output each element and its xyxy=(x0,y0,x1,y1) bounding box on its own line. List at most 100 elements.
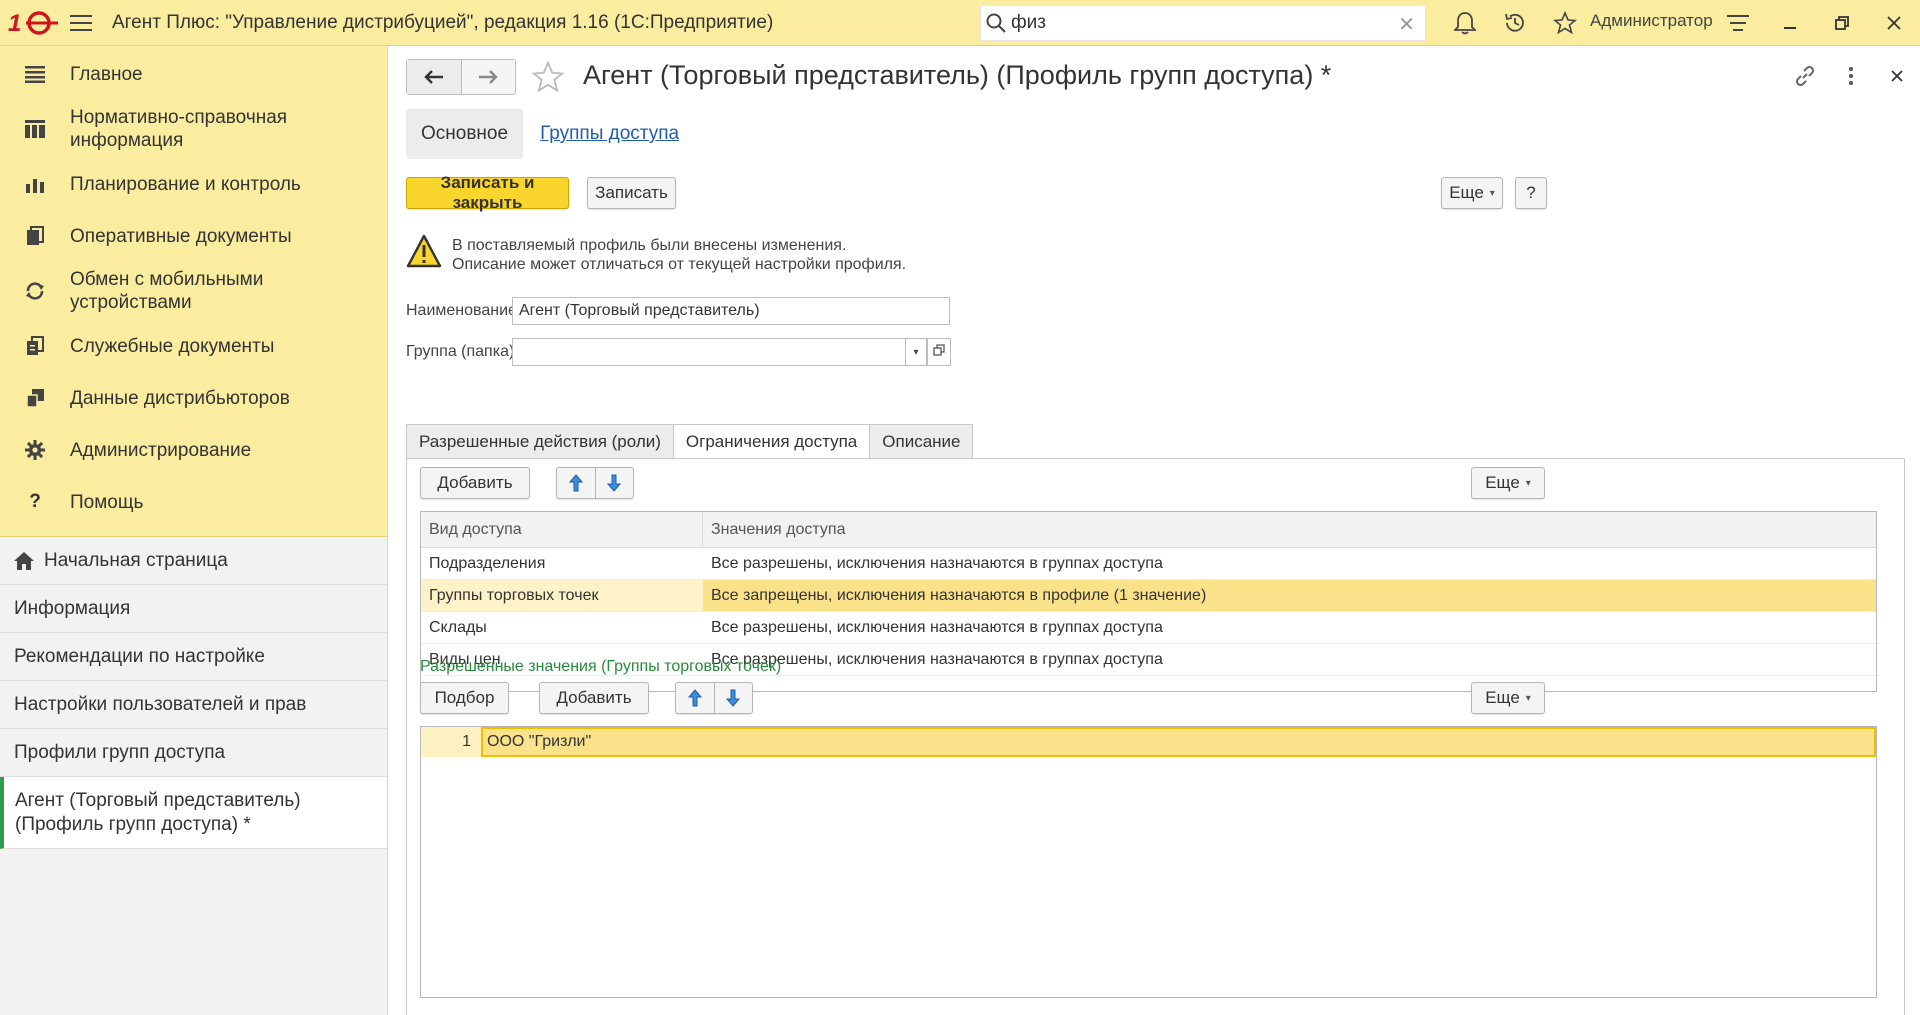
navigation-buttons xyxy=(406,59,516,95)
form-title: Агент (Торговый представитель) (Профиль … xyxy=(583,60,1332,90)
tab-access-groups-link[interactable]: Группы доступа xyxy=(540,123,679,145)
section-panel: Главное Нормативно-справочная информация… xyxy=(0,46,387,537)
app-logo[interactable]: 1 xyxy=(0,0,66,46)
dropdown-caret-icon: ▾ xyxy=(913,346,919,358)
restrictions-more-button[interactable]: Еще ▾ xyxy=(1471,467,1545,499)
section-help[interactable]: ? Помощь xyxy=(0,476,387,528)
back-arrow-icon[interactable] xyxy=(407,60,462,94)
warning-block: В поставляемый профиль были внесены изме… xyxy=(406,234,906,274)
move-up-arrow-icon[interactable] xyxy=(676,683,715,713)
table-row[interactable]: Склады Все разрешены, исключения назнача… xyxy=(421,612,1876,644)
section-label: Служебные документы xyxy=(70,335,275,357)
form-window: Агент (Торговый представитель) (Профиль … xyxy=(389,46,1920,1015)
close-app-icon[interactable] xyxy=(1868,0,1920,46)
sync-icon xyxy=(0,281,70,301)
favorite-star-icon[interactable] xyxy=(531,60,565,99)
tab-description[interactable]: Описание xyxy=(869,424,974,458)
add-value-button[interactable]: Добавить xyxy=(539,682,649,714)
cell-kind: Группы торговых точек xyxy=(421,580,703,611)
search-box[interactable]: ✕ xyxy=(980,5,1426,41)
warning-icon xyxy=(406,234,442,274)
section-administration[interactable]: Администрирование xyxy=(0,424,387,476)
list-item[interactable]: 1 ООО "Гризли" xyxy=(421,727,1876,757)
open-window-info[interactable]: Информация xyxy=(0,585,387,633)
section-operational-docs[interactable]: Оперативные документы xyxy=(0,210,387,262)
help-icon: ? xyxy=(29,491,41,512)
distributor-data-icon xyxy=(0,388,70,408)
cell-kind: Склады xyxy=(429,618,487,636)
help-button[interactable]: ? xyxy=(1515,177,1547,209)
restore-icon[interactable] xyxy=(1816,0,1868,46)
pick-button[interactable]: Подбор xyxy=(420,682,509,714)
menu-lines-icon xyxy=(0,65,70,83)
table-row-selected[interactable]: Группы торговых точек Все запрещены, иск… xyxy=(421,580,1876,612)
bell-icon[interactable] xyxy=(1440,0,1490,46)
value-move-buttons xyxy=(675,682,753,714)
clear-search-icon[interactable]: ✕ xyxy=(1398,12,1415,37)
move-down-arrow-icon[interactable] xyxy=(596,468,634,498)
more-button[interactable]: Еще ▾ xyxy=(1441,177,1503,209)
favorites-star-icon[interactable] xyxy=(1540,0,1590,46)
section-main[interactable]: Главное xyxy=(0,48,387,100)
documents-icon xyxy=(0,226,70,246)
tab-main[interactable]: Основное xyxy=(406,109,524,159)
settings-menu-icon[interactable] xyxy=(1712,0,1764,46)
add-restriction-button[interactable]: Добавить xyxy=(420,467,530,499)
open-window-home[interactable]: Начальная страница xyxy=(0,537,387,585)
section-service-docs[interactable]: Служебные документы xyxy=(0,320,387,372)
cell-kind: Подразделения xyxy=(429,554,546,572)
forward-arrow-icon[interactable] xyxy=(462,60,516,94)
open-window-icon xyxy=(933,343,945,361)
more-vertical-icon[interactable] xyxy=(1828,58,1874,94)
section-distributor-data[interactable]: Данные дистрибьюторов xyxy=(0,372,387,424)
section-label: Обмен с мобильными устройствами xyxy=(70,269,264,313)
link-icon[interactable] xyxy=(1782,58,1828,94)
menu-icon[interactable] xyxy=(66,0,96,46)
search-input[interactable] xyxy=(1011,12,1381,34)
section-reference-info[interactable]: Нормативно-справочная информация xyxy=(0,100,387,158)
more-label: Еще xyxy=(1449,183,1484,202)
open-window-access-profiles[interactable]: Профили групп доступа xyxy=(0,729,387,777)
section-planning[interactable]: Планирование и контроль xyxy=(0,158,387,210)
user-name[interactable]: Администратор xyxy=(1590,11,1713,31)
warning-line-2: Описание может отличаться от текущей нас… xyxy=(452,256,907,273)
open-window-label: Агент (Торговый представитель) (Профиль … xyxy=(15,789,301,835)
name-field[interactable]: Агент (Торговый представитель) xyxy=(512,297,950,325)
move-down-arrow-icon[interactable] xyxy=(715,683,753,713)
group-open-button[interactable] xyxy=(927,338,951,366)
allowed-values-title: Разрешенные значения (Группы торговых то… xyxy=(420,658,782,675)
bar-chart-icon xyxy=(0,174,70,194)
open-window-recommendations[interactable]: Рекомендации по настройке xyxy=(0,633,387,681)
tab-allowed-actions[interactable]: Разрешенные действия (роли) xyxy=(406,424,674,458)
table-row[interactable]: Подразделения Все разрешены, исключения … xyxy=(421,548,1876,580)
warning-line-1: В поставляемый профиль были внесены изме… xyxy=(452,237,847,254)
section-label: Планирование и контроль xyxy=(70,173,301,195)
history-icon[interactable] xyxy=(1490,0,1540,46)
open-window-current-profile[interactable]: Агент (Торговый представитель) (Профиль … xyxy=(0,777,387,849)
save-button[interactable]: Записать xyxy=(587,177,676,209)
column-header-kind[interactable]: Вид доступа xyxy=(421,512,703,547)
close-form-icon[interactable] xyxy=(1874,58,1920,94)
save-and-close-button[interactable]: Записать и закрыть xyxy=(406,173,569,212)
section-mobile-exchange[interactable]: Обмен с мобильными устройствами xyxy=(0,262,387,320)
more-label: Еще xyxy=(1485,473,1520,492)
section-label: Помощь xyxy=(70,491,144,513)
row-number: 1 xyxy=(462,733,471,750)
tab-access-restrictions[interactable]: Ограничения доступа xyxy=(672,424,871,459)
more-label: Еще xyxy=(1485,688,1520,707)
minimize-icon[interactable] xyxy=(1764,0,1816,46)
open-window-label: Настройки пользователей и прав xyxy=(14,693,307,715)
allowed-value-cell[interactable]: ООО "Гризли" xyxy=(481,727,1876,757)
group-field[interactable] xyxy=(512,338,906,366)
open-window-user-settings[interactable]: Настройки пользователей и прав xyxy=(0,681,387,729)
dropdown-caret-icon: ▾ xyxy=(1525,477,1531,489)
cell-value: Все разрешены, исключения назначаются в … xyxy=(711,554,1163,572)
column-header-values[interactable]: Значения доступа xyxy=(703,512,845,547)
open-window-label: Начальная страница xyxy=(44,549,228,571)
catalog-icon xyxy=(0,119,70,139)
move-up-arrow-icon[interactable] xyxy=(557,468,596,498)
group-dropdown-button[interactable]: ▾ xyxy=(905,338,927,366)
values-more-button[interactable]: Еще ▾ xyxy=(1471,682,1545,714)
section-label: Оперативные документы xyxy=(70,225,292,247)
table-header: Вид доступа Значения доступа xyxy=(421,512,1876,548)
